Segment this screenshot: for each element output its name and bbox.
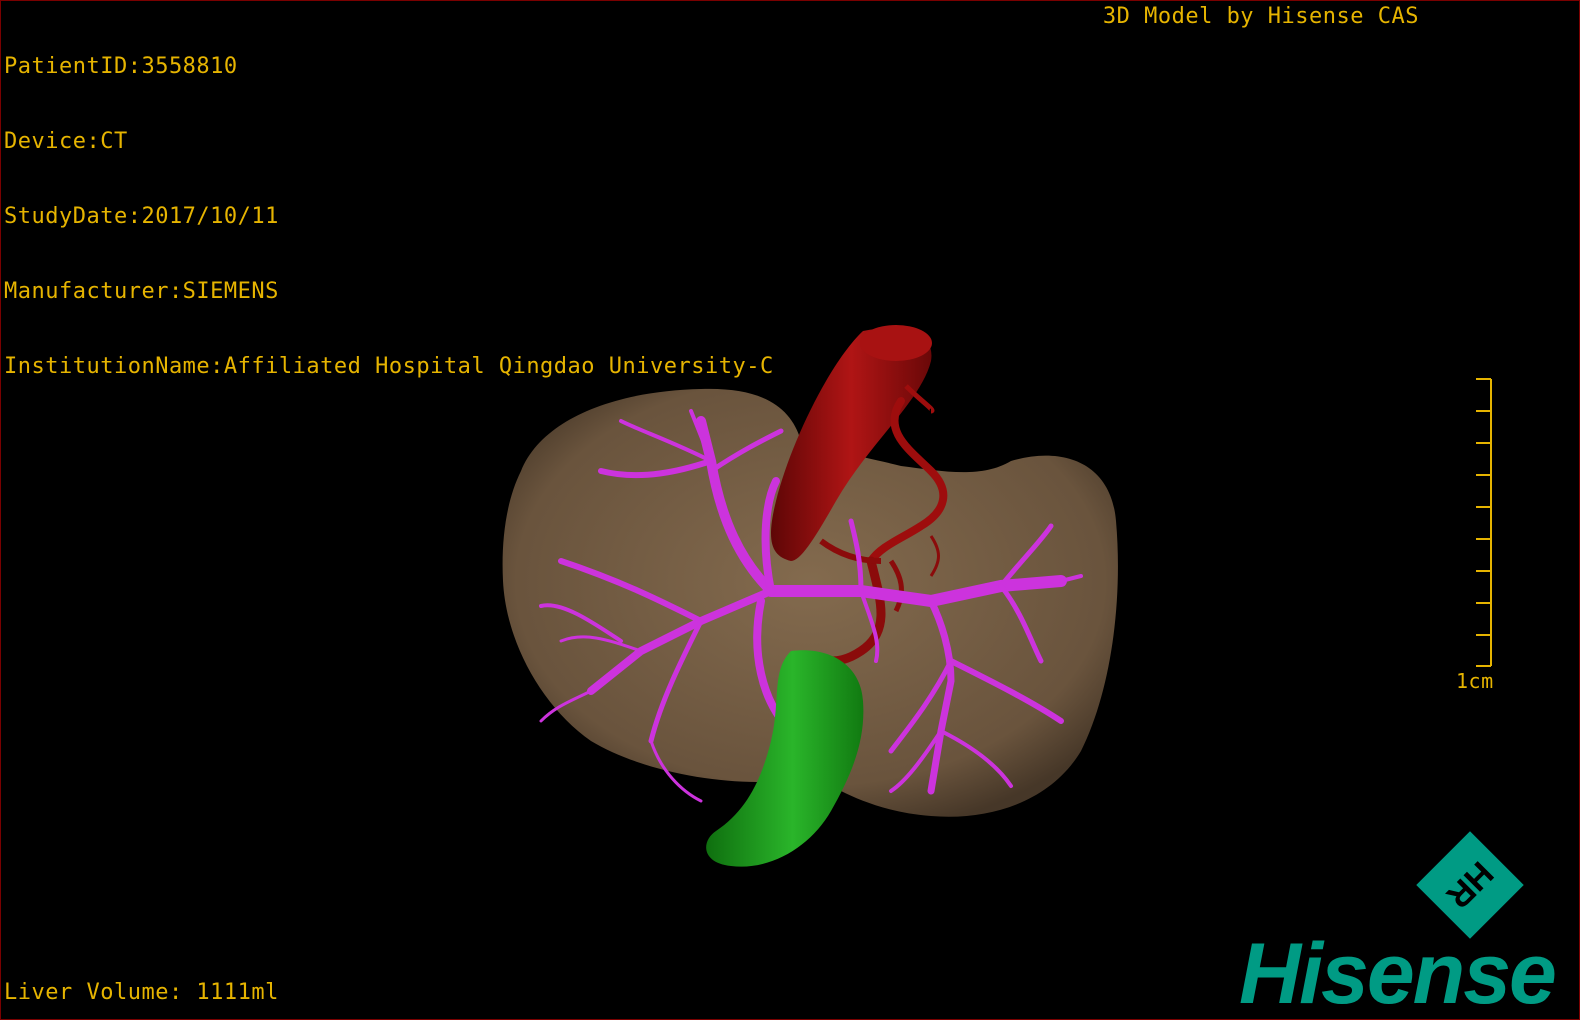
3d-viewport[interactable]: PatientID:3558810 Device:CT StudyDate:20…	[0, 0, 1580, 1020]
institution-name: InstitutionName:Affiliated Hospital Qing…	[4, 354, 774, 379]
badge-text: HR	[1439, 854, 1501, 916]
scale-bar	[1476, 378, 1492, 667]
hisense-logo: Hisense	[1239, 926, 1557, 1020]
study-date: StudyDate:2017/10/11	[4, 204, 279, 229]
dicom-metadata: PatientID:3558810 Device:CT StudyDate:20…	[4, 4, 774, 429]
patient-id: PatientID:3558810	[4, 54, 238, 79]
manufacturer: Manufacturer:SIEMENS	[4, 279, 279, 304]
liver-volume: Liver Volume: 1111ml	[4, 980, 279, 1005]
model-credit: 3D Model by Hisense CAS	[1102, 4, 1419, 29]
device: Device:CT	[4, 129, 128, 154]
scale-bar-label: 1cm	[1456, 669, 1494, 693]
